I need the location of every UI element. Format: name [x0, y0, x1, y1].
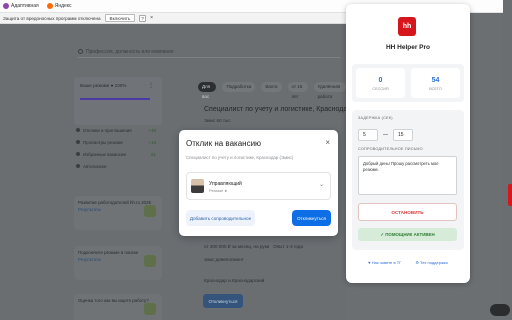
delay-to-input[interactable]: 15	[393, 129, 413, 141]
resume-meta: Резюме ●	[209, 188, 227, 193]
search-input[interactable]: Профессия, должность или компания	[78, 46, 340, 58]
vacancy-apply-button[interactable]: Откликнуться	[203, 294, 243, 308]
telegram-link[interactable]: ♥ Нас зовите в ТГ	[368, 260, 401, 265]
cover-letter-textarea[interactable]: Добрый день! Прошу рассмотреть мое резюм…	[358, 156, 457, 195]
list-item[interactable]: Отклики и приглашения +48	[74, 124, 162, 136]
stats-list: Отклики и приглашения +48 Просмотры резю…	[74, 124, 162, 172]
bookmark-item[interactable]: Адаптивная	[3, 3, 39, 9]
apply-button[interactable]: Откликнуться	[292, 210, 331, 226]
chip-shift[interactable]: Вахта	[261, 82, 282, 92]
extension-panel: hh HH Helper Pro 0 СЕССИЯ 54 ВСЕГО ЗАДЕР…	[346, 4, 470, 283]
modal-title: Отклик на вакансию	[186, 139, 262, 148]
bullet-icon	[76, 151, 80, 156]
chip-age[interactable]: от 15 лет	[287, 82, 308, 99]
chat-button[interactable]	[490, 304, 510, 316]
promo-icon	[144, 205, 156, 217]
vacancy-city: Краснодар и Краснодарский	[204, 278, 265, 283]
cover-letter-label: СОПРОВОДИТЕЛЬНОЕ ПИСЬМО	[358, 147, 423, 151]
search-icon	[78, 49, 83, 54]
total-stat: 54 ВСЕГО	[411, 68, 460, 98]
side-tab[interactable]	[508, 184, 512, 206]
add-cover-letter-button[interactable]: Добавить сопроводительное	[186, 210, 255, 226]
status-badge: ✓ ПОМОЩНИК АКТИВЕН	[358, 228, 457, 241]
extension-title: HH Helper Pro	[385, 44, 431, 51]
bookmark-item[interactable]: Яндекс	[46, 3, 72, 9]
extension-settings: ЗАДЕРЖКА (СЕК) 5 — 15 СОПРОВОДИТЕЛЬНОЕ П…	[352, 110, 464, 250]
vacancy-company[interactable]: эмис девелопмент	[204, 257, 244, 262]
stop-button[interactable]: ОСТАНОВИТЬ	[358, 203, 457, 221]
vacancy-salary-row: от 200 000 ₽ за месяц, на руки Опыт 1-3 …	[204, 244, 304, 249]
vacancy-employer: Эмис 60 тыс	[204, 118, 231, 123]
modal-subtitle: Специалист по учету и логистике, Краснод…	[186, 155, 294, 160]
list-item[interactable]: Просмотры резюме +16	[74, 136, 162, 148]
avatar	[191, 179, 204, 193]
yandex-icon	[46, 3, 53, 9]
resume-progress-bar	[80, 98, 150, 100]
help-icon[interactable]: ?	[139, 14, 147, 22]
close-icon[interactable]: ×	[325, 138, 330, 147]
support-link[interactable]: ⚙ Тех поддержка	[415, 260, 447, 265]
delay-from-input[interactable]: 5	[358, 129, 378, 141]
close-icon[interactable]: ×	[150, 15, 153, 21]
chip-part-time[interactable]: Подработка	[222, 82, 256, 92]
hh-logo-icon: hh	[398, 17, 416, 36]
apply-modal: Отклик на вакансию × Специалист по учету…	[179, 130, 338, 236]
list-item[interactable]: Избранные вакансии 61	[74, 148, 162, 160]
resume-name: Управляющий	[209, 181, 242, 187]
list-item[interactable]: Автопоиски	[74, 160, 162, 172]
scrollbar[interactable]	[503, 0, 512, 320]
chip-for-you[interactable]: Для вас	[198, 82, 217, 99]
security-notice-bar: Защита от вредоносных программ отключена…	[0, 13, 346, 24]
bookmark-icon	[3, 3, 9, 9]
chip-remote[interactable]: Удалённая работа	[313, 82, 346, 99]
enable-button[interactable]: Включить	[104, 14, 136, 22]
vacancy-title[interactable]: Специалист по учету и логистике, Краснод…	[204, 106, 346, 113]
session-stat: 0 СЕССИЯ	[356, 68, 405, 98]
resume-select[interactable]: Управляющий Резюме ● ⌄	[186, 172, 331, 200]
bullet-icon	[76, 163, 80, 168]
side-promo-block[interactable]: Оценка того как вы ищете работу?	[74, 294, 162, 320]
extension-links: ♥ Нас зовите в ТГ ⚙ Тех поддержка	[346, 260, 470, 265]
extension-stats: 0 СЕССИЯ 54 ВСЕГО	[352, 64, 464, 102]
promo-icon	[144, 255, 156, 267]
delay-label: ЗАДЕРЖКА (СЕК)	[358, 116, 393, 120]
filter-chips: Для вас Подработка Вахта от 15 лет Удалё…	[198, 82, 346, 99]
side-promo-block[interactable]: Подключите резюме в поиске Результаты	[74, 246, 162, 280]
promo-icon	[144, 303, 156, 315]
bullet-icon	[76, 127, 80, 132]
delay-row: 5 — 15	[358, 129, 413, 141]
notice-text: Защита от вредоносных программ отключена	[3, 15, 101, 21]
side-promo-block[interactable]: Развитие работодателей hh.ru 2025 Резуль…	[74, 196, 162, 230]
resume-progress-title: Ваше резюме ● 100%	[80, 83, 127, 88]
more-icon[interactable]: ⋮	[148, 82, 154, 89]
bullet-icon	[76, 139, 80, 144]
chevron-down-icon: ⌄	[318, 182, 324, 188]
resume-progress-card[interactable]: Ваше резюме ● 100% ⋮	[74, 77, 162, 125]
